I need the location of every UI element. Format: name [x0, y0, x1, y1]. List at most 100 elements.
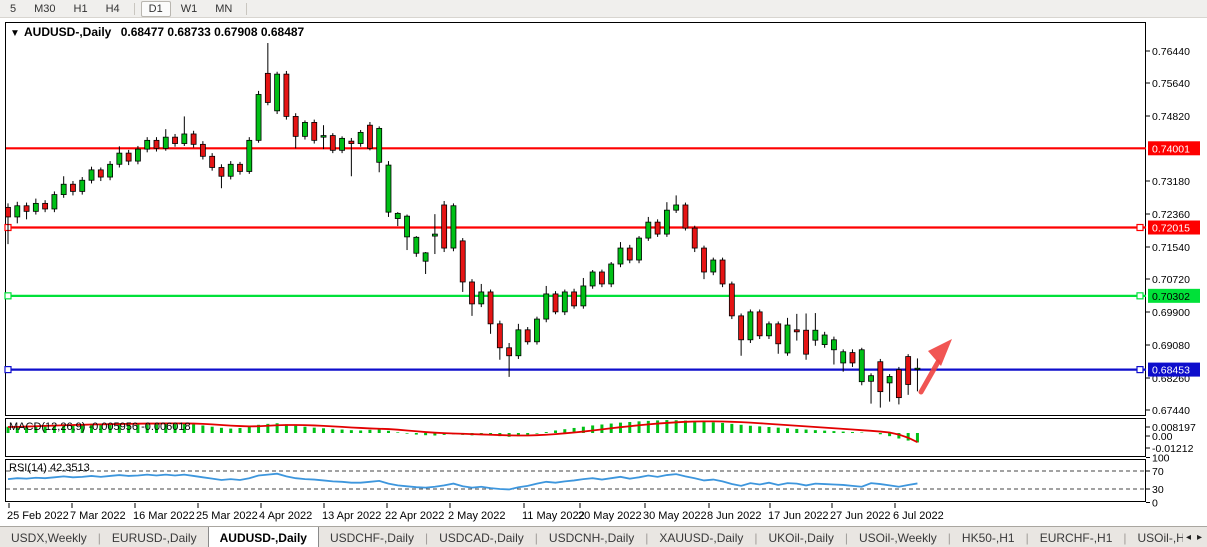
tab-xauusd-daily[interactable]: XAUUSD-,Daily [648, 527, 754, 547]
candle-bearish [173, 137, 178, 143]
tab-eurchf-h1[interactable]: EURCHF-,H1 [1029, 527, 1124, 547]
candle-bullish [228, 164, 233, 176]
candle-bearish [293, 116, 298, 136]
candle-bearish [191, 134, 196, 144]
candle-bearish [507, 348, 512, 356]
candle-bearish [367, 125, 372, 148]
candle-bearish [776, 324, 781, 344]
timeframe-toolbar: 5M30H1H4 D1W1MN [0, 0, 1207, 18]
timeframe-button-h4[interactable]: H4 [98, 1, 128, 17]
candle-bearish [729, 284, 734, 316]
candle-bullish [275, 74, 280, 111]
hline-anchor-square[interactable] [5, 293, 11, 299]
date-tick-label: 25 Feb 2022 [7, 510, 69, 522]
candle-bearish [804, 330, 809, 354]
candle-bullish [117, 153, 122, 164]
candle-bearish [850, 353, 855, 363]
candle-bullish [831, 340, 836, 350]
candle-bearish [627, 248, 632, 260]
rsi-axis-label: 100 [1152, 453, 1170, 465]
price-tick-label: 0.72360 [1152, 209, 1190, 221]
candle-bullish [108, 164, 113, 177]
date-tick-label: 6 Jul 2022 [893, 510, 944, 522]
tab-eurusd-daily[interactable]: EURUSD-,Daily [101, 527, 208, 547]
candle-bearish [219, 167, 224, 176]
candle-bullish [859, 350, 864, 382]
candle-bearish [349, 141, 354, 143]
candle-bearish [488, 292, 493, 324]
candle-bullish [405, 216, 410, 237]
rsi-axis-label: 70 [1152, 466, 1164, 478]
candle-bullish [423, 253, 428, 261]
candle-bearish [906, 357, 911, 385]
timeframe-button-5[interactable]: 5 [2, 1, 24, 17]
candle-bullish [451, 206, 456, 248]
candle-bearish [265, 73, 270, 102]
candle-bearish [720, 260, 725, 284]
tab-audusd-daily[interactable]: AUDUSD-,Daily [208, 527, 319, 547]
candle-bearish [284, 74, 289, 116]
price-level-badge-text: 0.70302 [1152, 291, 1190, 303]
candle-bearish [702, 248, 707, 272]
tab-ukoil-daily[interactable]: UKOil-,Daily [758, 527, 845, 547]
price-level-badge-text: 0.72015 [1152, 223, 1190, 235]
price-axis[interactable]: 0.764400.756400.748200.731800.723600.715… [1146, 46, 1200, 417]
rsi-axis-label: 30 [1152, 484, 1164, 496]
date-axis[interactable]: 25 Feb 20227 Mar 202216 Mar 202225 Mar 2… [0, 503, 1207, 523]
hline-anchor-square[interactable] [1137, 293, 1143, 299]
candle-bullish [887, 376, 892, 382]
candle-bearish [470, 282, 475, 304]
candle-bearish [878, 362, 883, 392]
candle-bullish [358, 132, 363, 143]
tab-usdcad-daily[interactable]: USDCAD-,Daily [428, 527, 535, 547]
toolbar-divider [134, 3, 135, 15]
tab-usdx-weekly[interactable]: USDX,Weekly [0, 527, 98, 547]
rsi-axis-label: 0 [1152, 498, 1158, 510]
hline-anchor-square[interactable] [1137, 225, 1143, 231]
candle-bearish [460, 241, 465, 282]
candle-bearish [896, 370, 901, 398]
tab-scroll-left-icon[interactable]: ◂ [1186, 532, 1191, 543]
tab-usdcnh-daily[interactable]: USDCNH-,Daily [538, 527, 645, 547]
candle-bullish [841, 352, 846, 363]
svg-text:AUDUSD-,Daily 0.68477: AUDUSD-,Daily 0.68477 0.68733 0.67908 0.… [24, 25, 305, 39]
chart-area[interactable]: 0.764400.756400.748200.731800.723600.715… [0, 19, 1207, 526]
candle-bullish [562, 292, 567, 312]
candle-bearish [312, 122, 317, 140]
timeframe-button-d1[interactable]: D1 [141, 1, 171, 17]
tab-scroll-right-icon[interactable]: ▸ [1197, 532, 1202, 543]
macd-indicator-label: MACD(12,26,9) -0.005956 -0.006018 [9, 421, 191, 433]
price-tick-label: 0.76440 [1152, 46, 1190, 58]
candle-bearish [497, 324, 502, 348]
candle-bullish [479, 292, 484, 304]
hline-anchor-square[interactable] [1137, 367, 1143, 373]
price-tick-label: 0.70720 [1152, 274, 1190, 286]
tab-usdchf-daily[interactable]: USDCHF-,Daily [319, 527, 425, 547]
candle-bullish [340, 138, 345, 150]
candle-bullish [785, 325, 790, 353]
tab-hk50-h1[interactable]: HK50-,H1 [951, 527, 1026, 547]
candle-bullish [534, 319, 539, 342]
candle-bullish [182, 134, 187, 144]
date-tick-label: 25 Mar 2022 [196, 510, 258, 522]
candle-bearish [98, 170, 103, 177]
timeframe-button-w1[interactable]: W1 [173, 1, 206, 17]
price-tick-label: 0.75640 [1152, 78, 1190, 90]
timeframe-button-mn[interactable]: MN [207, 1, 240, 17]
candle-bearish [572, 292, 577, 306]
date-tick-label: 17 Jun 2022 [768, 510, 829, 522]
timeframe-button-h1[interactable]: H1 [66, 1, 96, 17]
hline-anchor-square[interactable] [5, 367, 11, 373]
price-tick-label: 0.67440 [1152, 405, 1190, 417]
candle-bearish [126, 153, 131, 161]
price-tick-label: 0.74820 [1152, 111, 1190, 123]
tab-usoil-weekly[interactable]: USOil-,Weekly [848, 527, 948, 547]
candle-bullish [163, 137, 168, 148]
timeframe-button-m30[interactable]: M30 [26, 1, 63, 17]
candle-bullish [256, 94, 261, 140]
date-tick-label: 2 May 2022 [448, 510, 505, 522]
date-tick-label: 4 Apr 2022 [259, 510, 312, 522]
candle-bullish [869, 376, 874, 382]
candle-bullish [748, 312, 753, 340]
chart-dropdown-icon[interactable]: ▼ [10, 28, 20, 39]
